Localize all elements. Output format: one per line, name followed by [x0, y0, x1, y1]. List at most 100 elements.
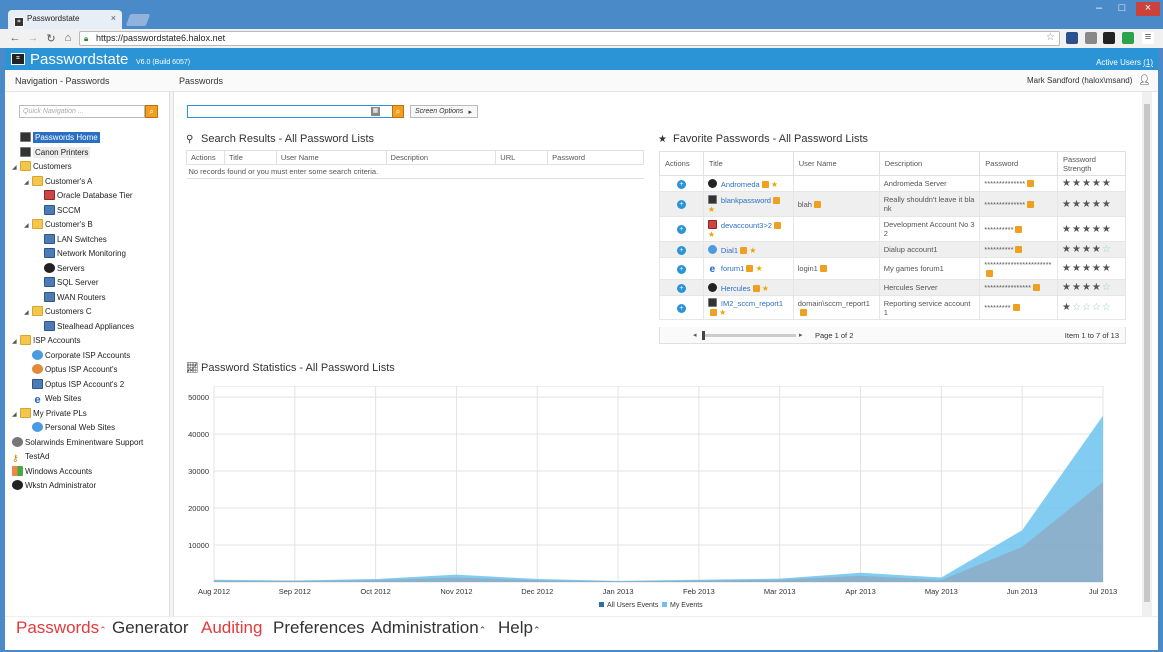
column-header[interactable]: Actions: [186, 150, 225, 165]
copy-icon[interactable]: [761, 180, 769, 188]
table-row[interactable]: + Andromeda ★ Andromeda Server ************…: [659, 175, 1126, 192]
search-button[interactable]: ⌕: [392, 105, 404, 118]
tree-item[interactable]: SCCM: [36, 204, 81, 217]
favorite-star-icon[interactable]: ★: [708, 205, 715, 214]
masked-password[interactable]: **************: [984, 200, 1025, 209]
expand-row-icon[interactable]: +: [676, 179, 686, 189]
copy-icon[interactable]: [772, 196, 780, 204]
expand-row-icon[interactable]: +: [676, 245, 686, 255]
tree-item[interactable]: Oracle Database Tier: [36, 190, 133, 202]
masked-password[interactable]: **********: [984, 245, 1013, 254]
close-window-icon[interactable]: ×: [1136, 2, 1160, 16]
masked-password[interactable]: ***********************: [984, 260, 1051, 269]
tree-item[interactable]: Stealhead Appliances: [36, 320, 134, 333]
screen-options-button[interactable]: Screen Options ▸: [410, 105, 478, 118]
copy-icon[interactable]: [1012, 304, 1020, 311]
menu-administration[interactable]: Administration⌃: [371, 618, 486, 638]
scrollbar-thumb[interactable]: [1144, 104, 1150, 602]
column-header[interactable]: Description: [878, 151, 981, 176]
menu-preferences[interactable]: Preferences: [273, 618, 365, 638]
table-row[interactable]: + blankpassword ★ blah Really shouldn't lea…: [659, 191, 1126, 217]
pager-slider[interactable]: [702, 331, 796, 340]
menu-icon[interactable]: ≡: [1142, 32, 1154, 44]
expand-row-icon[interactable]: +: [676, 264, 686, 274]
minimize-icon[interactable]: –: [1088, 2, 1110, 16]
expand-row-icon[interactable]: +: [676, 200, 686, 209]
close-tab-icon[interactable]: ×: [111, 13, 116, 23]
column-header[interactable]: Description: [385, 150, 497, 165]
tree-expand-icon[interactable]: ◢: [12, 336, 20, 348]
expand-row-icon[interactable]: +: [676, 303, 686, 313]
copy-icon[interactable]: [1027, 180, 1035, 187]
tree-item[interactable]: e Web Sites: [24, 393, 81, 406]
pager-next-icon[interactable]: ▸: [799, 331, 803, 339]
menu-auditing[interactable]: Auditing: [201, 618, 262, 638]
pager-slider-handle[interactable]: [702, 331, 705, 340]
extension-terminal-icon[interactable]: [1103, 32, 1115, 44]
quick-navigation-input[interactable]: Quick Navigation ...: [19, 105, 145, 118]
back-icon[interactable]: ←: [8, 32, 22, 44]
expand-row-icon[interactable]: +: [676, 225, 686, 234]
tree-item[interactable]: Canon Printers: [12, 146, 91, 159]
table-row[interactable]: + devaccount3>2 ★ Development Account No 3…: [659, 216, 1126, 242]
tree-item[interactable]: LAN Switches: [36, 233, 107, 246]
tree-item[interactable]: Servers: [36, 262, 85, 275]
tree-expand-icon[interactable]: ◢: [24, 220, 32, 232]
extension-green-icon[interactable]: [1122, 32, 1134, 44]
tree-item[interactable]: ◢ Customers C: [24, 306, 92, 318]
table-row[interactable]: + Hercules ★ Hercules Server **************…: [659, 279, 1126, 296]
column-header[interactable]: Password: [979, 151, 1059, 176]
tree-item[interactable]: ◢ Customer's B: [24, 219, 93, 231]
copy-icon[interactable]: [1027, 200, 1035, 208]
copy-icon[interactable]: [819, 265, 827, 272]
tree-item[interactable]: Network Monitoring: [36, 248, 126, 260]
copy-icon[interactable]: [1015, 225, 1023, 233]
menu-help[interactable]: Help⌃: [498, 618, 541, 638]
forward-icon[interactable]: →: [26, 32, 40, 44]
column-header[interactable]: Password Strength: [1057, 151, 1126, 176]
tree-item[interactable]: Wkstn Administrator: [12, 480, 96, 492]
password-title-link[interactable]: devaccount3>2: [721, 221, 772, 230]
column-header[interactable]: Title: [702, 151, 794, 176]
favorite-star-icon[interactable]: ★: [708, 230, 715, 239]
browser-tab[interactable]: ⌗ Passwordstate ×: [8, 10, 122, 29]
favorite-star-icon[interactable]: ★: [753, 264, 762, 273]
extension-gmail-icon[interactable]: [1085, 32, 1097, 44]
tree-item[interactable]: ◢ Customers: [12, 161, 72, 173]
tree-item[interactable]: ◢ Customer's A: [24, 175, 92, 188]
favorite-star-icon[interactable]: ★: [760, 284, 769, 293]
sidebar-splitter[interactable]: [170, 92, 174, 616]
tree-item[interactable]: WAN Routers: [36, 291, 106, 304]
column-header[interactable]: User Name: [275, 150, 387, 165]
column-header[interactable]: Actions: [659, 151, 704, 176]
tree-expand-icon[interactable]: ◢: [12, 409, 20, 421]
tree-item[interactable]: Personal Web Sites: [24, 422, 115, 434]
copy-icon[interactable]: [752, 284, 760, 292]
masked-password[interactable]: **************: [984, 179, 1025, 188]
masked-password[interactable]: **********: [984, 225, 1013, 234]
copy-icon[interactable]: [1033, 284, 1040, 291]
active-users-count[interactable]: (1): [1143, 58, 1153, 67]
password-title-link[interactable]: Dial1: [721, 246, 738, 255]
password-title-link[interactable]: IM2_sccm_report1: [721, 299, 783, 308]
copy-icon[interactable]: [986, 269, 994, 277]
column-header[interactable]: Password: [547, 150, 644, 165]
tree-expand-icon[interactable]: ◢: [24, 307, 32, 319]
column-header[interactable]: URL: [495, 150, 549, 165]
menu-generator[interactable]: Generator: [112, 618, 189, 638]
password-title-link[interactable]: blankpassword: [721, 196, 771, 205]
maximize-icon[interactable]: □: [1111, 2, 1133, 16]
copy-icon[interactable]: [813, 200, 821, 208]
active-users[interactable]: Active Users (1): [1096, 58, 1153, 67]
favorite-star-icon[interactable]: ★: [717, 308, 726, 317]
favorite-star-icon[interactable]: ★: [769, 180, 778, 189]
table-row[interactable]: + IM2_sccm_report1 ★ domain\sccm_report1 Re…: [659, 295, 1126, 320]
tree-item[interactable]: Solarwinds Eminentware Support: [12, 436, 143, 449]
tree-item[interactable]: Optus ISP Account's 2: [24, 378, 124, 391]
tree-item[interactable]: SQL Server: [36, 277, 99, 289]
password-title-link[interactable]: Andromeda: [721, 180, 760, 189]
tree-item[interactable]: ◢ My Private PLs: [12, 407, 87, 421]
expand-row-icon[interactable]: +: [676, 283, 686, 293]
tree-item[interactable]: Optus ISP Account's: [24, 364, 118, 376]
menu-passwords[interactable]: Passwords⌃: [16, 618, 107, 638]
